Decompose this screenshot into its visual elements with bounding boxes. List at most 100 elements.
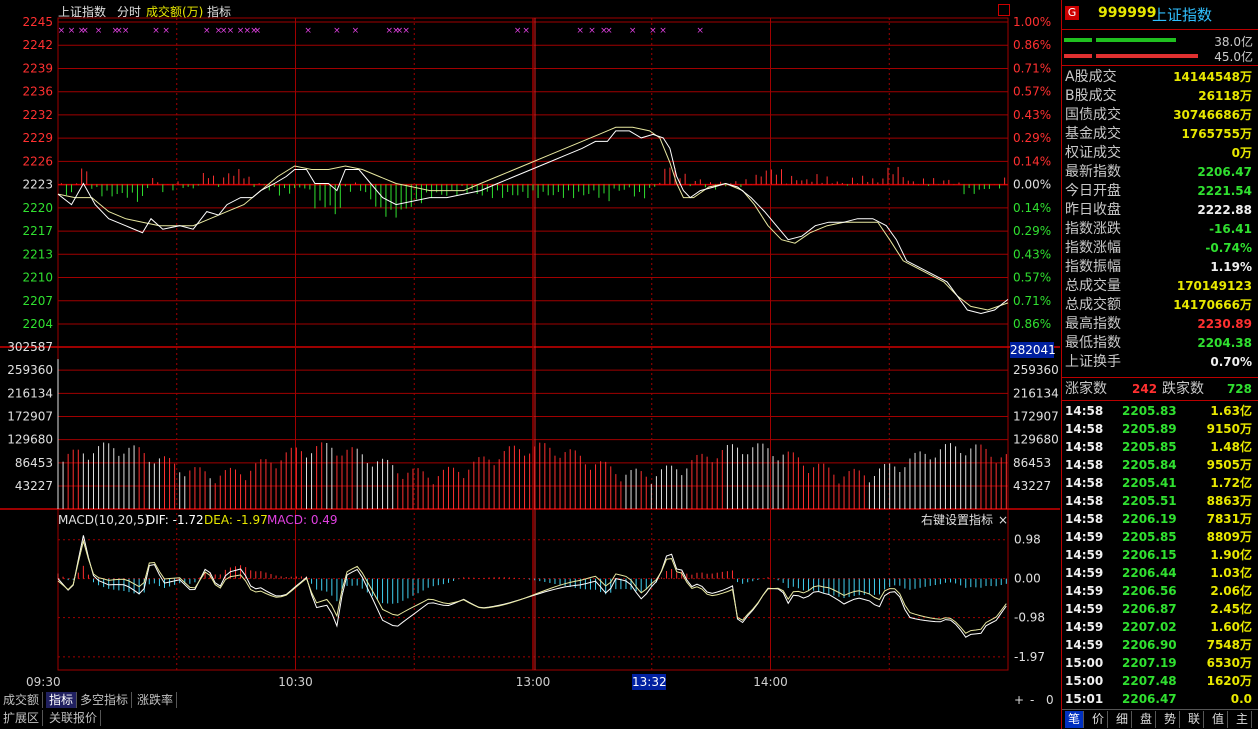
price-axis-label: 2220	[22, 201, 53, 215]
stat-label: 上证换手	[1065, 354, 1121, 370]
side-tab[interactable]: 联	[1185, 711, 1204, 728]
tick-row: 14:58 2205.89 9150万	[1062, 420, 1258, 438]
stat-label: 昨日收盘	[1065, 202, 1121, 218]
tick-row: 14:58 2205.83 1.63亿	[1062, 402, 1258, 420]
tick-price: 2205.84	[1122, 458, 1177, 472]
tick-volume: 1.60亿	[1210, 620, 1252, 634]
tab-related-quotes[interactable]: 关联报价	[46, 710, 102, 726]
tick-row: 14:58 2205.41 1.72亿	[1062, 474, 1258, 492]
price-axis-label: 2213	[22, 247, 53, 261]
signal-mark: ×	[203, 26, 211, 36]
price-axis-label: 2229	[22, 131, 53, 145]
price-axis-label: 2217	[22, 224, 53, 238]
close-icon[interactable]: ×	[998, 512, 1008, 528]
stat-row: 指数振幅 1.19%	[1062, 258, 1258, 277]
tick-time: 14:58	[1065, 476, 1104, 490]
zoom-in-button[interactable]: +	[1014, 692, 1024, 708]
macd-params: MACD(10,20,5)	[58, 513, 150, 527]
side-tab[interactable]: 值	[1209, 711, 1228, 728]
tick-price: 2206.19	[1122, 512, 1177, 526]
intraday-chart[interactable]: × × ×× × ×× × × × × ×× × × × ×× × × × × ×× × × × × × ×× × × × × 2245…	[0, 0, 1060, 710]
tick-time: 14:58	[1065, 404, 1104, 418]
stat-row: 昨日收盘 2222.88	[1062, 201, 1258, 220]
tick-price: 2206.56	[1122, 584, 1177, 598]
tick-volume: 1620万	[1206, 674, 1252, 688]
signal-mark: ×	[58, 26, 66, 36]
tab-indicator[interactable]: 指标	[207, 4, 231, 20]
tick-time: 14:59	[1065, 602, 1104, 616]
tick-price: 2206.90	[1122, 638, 1177, 652]
volume-axis-label: 43227	[15, 479, 53, 493]
stat-label: B股成交	[1065, 88, 1117, 104]
time-axis-label: 14:00	[753, 675, 788, 689]
side-tab[interactable]: 主	[1233, 711, 1252, 728]
stat-value: 0万	[1231, 146, 1252, 160]
volume-axis-label-right: 129680	[1013, 433, 1059, 447]
maximize-icon[interactable]	[998, 4, 1010, 16]
side-tab[interactable]: 笔	[1065, 711, 1084, 728]
tab-extension[interactable]: 扩展区	[0, 710, 44, 726]
percent-axis-label: 0.43%	[1013, 247, 1051, 261]
percent-axis-label: 0.71%	[1013, 61, 1051, 75]
tick-time: 14:59	[1065, 548, 1104, 562]
macd-axis-label: -1.97	[1014, 650, 1045, 664]
macd-axis-label: 0.98	[1014, 533, 1041, 547]
stat-value: 30746686万	[1173, 108, 1252, 122]
sell-bar-2	[1096, 54, 1198, 58]
price-axis-label: 2245	[22, 15, 53, 29]
side-tab[interactable]: 盘	[1137, 711, 1156, 728]
percent-axis-label: 0.00%	[1013, 178, 1051, 192]
stat-row: A股成交 14144548万	[1062, 68, 1258, 87]
tick-row: 14:59 2207.02 1.60亿	[1062, 618, 1258, 636]
stat-value: -0.74%	[1205, 241, 1252, 255]
tick-price: 2205.85	[1122, 440, 1177, 454]
price-axis-label: 2210	[22, 271, 53, 285]
zoom-reset-button[interactable]: 0	[1046, 692, 1054, 708]
tick-volume: 9150万	[1206, 422, 1252, 436]
tick-volume: 2.06亿	[1210, 584, 1252, 598]
tick-time: 14:59	[1065, 584, 1104, 598]
signal-mark: ×	[629, 26, 637, 36]
signal-mark: ×	[227, 26, 235, 36]
percent-axis-label: 0.86%	[1013, 317, 1051, 331]
stat-row: 最低指数 2204.38	[1062, 334, 1258, 353]
percent-axis-label: 0.14%	[1013, 201, 1051, 215]
side-tab[interactable]: 势	[1161, 711, 1180, 728]
tab-amount[interactable]: 成交额(万)	[146, 4, 203, 20]
advance-decline-row: 涨家数 242 跌家数 728	[1062, 380, 1258, 399]
tab-volume[interactable]: 成交额	[0, 692, 44, 708]
signal-mark: ×	[522, 26, 530, 36]
side-tab[interactable]: 价	[1089, 711, 1108, 728]
tick-price: 2205.89	[1122, 422, 1177, 436]
price-axis-label: 2232	[22, 108, 53, 122]
tick-price: 2205.83	[1122, 404, 1177, 418]
stat-label: 今日开盘	[1065, 183, 1121, 199]
price-axis-label: 2239	[22, 61, 53, 75]
percent-axis-label: 0.57%	[1013, 271, 1051, 285]
macd-dif: DIF: -1.72	[146, 513, 204, 527]
stat-label: 基金成交	[1065, 126, 1121, 142]
signal-mark: ×	[649, 26, 657, 36]
macd-settings-hint[interactable]: 右键设置指标	[921, 512, 993, 528]
stat-row: 上证换手 0.70%	[1062, 353, 1258, 372]
tab-time[interactable]: 分时	[117, 4, 141, 20]
price-axis-label: 2223	[22, 178, 53, 192]
side-tab[interactable]: 细	[1113, 711, 1132, 728]
tick-row: 14:58 2205.51 8863万	[1062, 492, 1258, 510]
zoom-out-button[interactable]: -	[1030, 692, 1034, 708]
tick-row: 15:00 2207.19 6530万	[1062, 654, 1258, 672]
decline-count: 728	[1226, 382, 1252, 396]
tick-time: 14:58	[1065, 512, 1104, 526]
time-axis-label: 13:00	[516, 675, 551, 689]
stat-row: 总成交量 170149123	[1062, 277, 1258, 296]
stat-label: 最高指数	[1065, 316, 1121, 332]
buy-bar-2	[1096, 38, 1176, 42]
tab-long-short[interactable]: 多空指标	[77, 692, 133, 708]
tab-rise-fall-rate[interactable]: 涨跌率	[134, 692, 178, 708]
tick-row: 15:01 2206.47 0.0	[1062, 690, 1258, 708]
tick-volume: 2.45亿	[1210, 602, 1252, 616]
percent-axis-label: 0.43%	[1013, 108, 1051, 122]
stat-value: 14170666万	[1173, 298, 1252, 312]
volume-axis-label: 302587	[7, 340, 53, 354]
tab-indicator-bottom[interactable]: 指标	[46, 692, 78, 708]
